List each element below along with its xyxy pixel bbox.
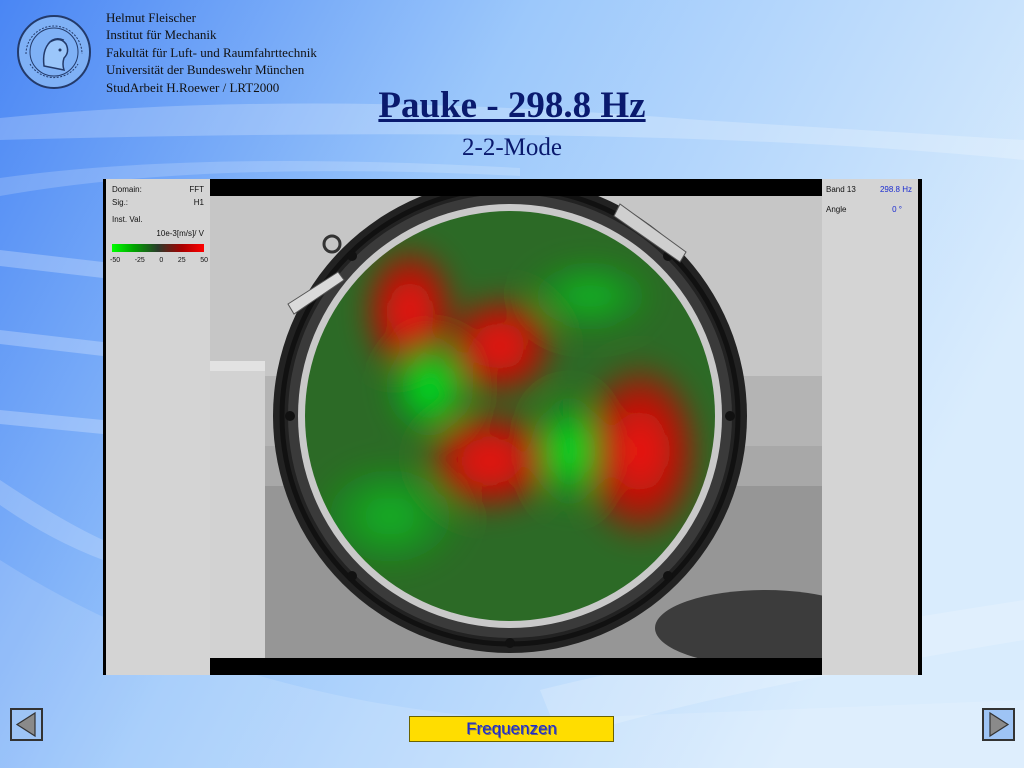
info-panel-left: Domain: FFT Sig.: H1 Inst. Val. 10e-3[m/… bbox=[106, 179, 210, 675]
angle-value: 0 ° bbox=[892, 205, 902, 214]
color-scale-ticks: -50 -25 0 25 50 bbox=[110, 257, 208, 264]
unit-label: 10e-3[m/s]/ V bbox=[156, 229, 204, 238]
scale-tick: 0 bbox=[159, 257, 164, 264]
info-panel-right: Band 13 298.8 Hz Angle 0 ° bbox=[822, 179, 918, 675]
unit-row: 10e-3[m/s]/ V bbox=[112, 229, 204, 238]
university-name: Universität der Bundeswehr München bbox=[106, 62, 305, 78]
signal-value: H1 bbox=[193, 198, 204, 207]
measurement-screenshot: Domain: FFT Sig.: H1 Inst. Val. 10e-3[m/… bbox=[103, 179, 922, 675]
domain-label: Domain: bbox=[112, 185, 142, 194]
drum-mode-shape-image bbox=[210, 196, 822, 658]
inst-val-label: Inst. Val. bbox=[112, 215, 143, 224]
slide-subtitle: 2-2-Mode bbox=[462, 134, 562, 161]
band-row: Band 13 298.8 Hz bbox=[826, 185, 912, 194]
institute-name: Institut für Mechanik bbox=[106, 27, 217, 43]
band-label: Band 13 bbox=[826, 185, 856, 194]
scale-tick: 25 bbox=[177, 257, 186, 264]
frequenzen-button[interactable]: Frequenzen bbox=[409, 716, 614, 742]
affiliation-block: Helmut Fleischer Institut für Mechanik F… bbox=[106, 9, 317, 96]
scale-tick: 50 bbox=[200, 257, 208, 264]
scale-tick: -25 bbox=[134, 257, 145, 264]
signal-label: Sig.: bbox=[112, 198, 129, 207]
faculty-name: Fakultät für Luft- und Raumfahrttechnik bbox=[106, 44, 317, 60]
color-scale-bar bbox=[112, 244, 204, 252]
inst-val-row: Inst. Val. bbox=[112, 215, 204, 224]
signal-row: Sig.: H1 bbox=[112, 198, 204, 207]
angle-row: Angle 0 ° bbox=[826, 205, 912, 214]
domain-value: FFT bbox=[189, 185, 204, 194]
triangle-left-icon[interactable] bbox=[10, 708, 43, 741]
band-value: 298.8 Hz bbox=[879, 185, 912, 194]
university-seal-icon bbox=[17, 15, 91, 89]
domain-row: Domain: FFT bbox=[112, 185, 204, 194]
scale-tick: -50 bbox=[110, 257, 121, 264]
triangle-right-icon[interactable] bbox=[982, 708, 1015, 741]
slide-title[interactable]: Pauke - 298.8 Hz bbox=[0, 84, 1024, 127]
angle-label: Angle bbox=[826, 205, 847, 214]
author-name: Helmut Fleischer bbox=[106, 10, 196, 25]
